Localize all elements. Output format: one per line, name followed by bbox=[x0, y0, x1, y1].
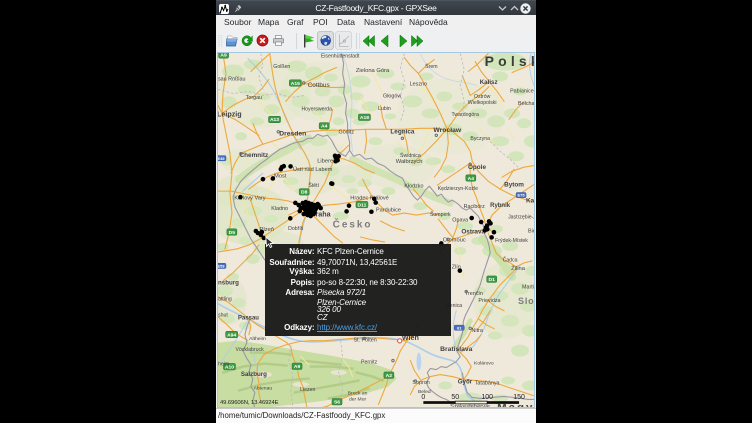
svg-text:Lubin: Lubin bbox=[378, 106, 391, 112]
svg-text:A94: A94 bbox=[227, 332, 236, 338]
svg-text:Pardubice: Pardubice bbox=[376, 208, 401, 214]
svg-text:D8: D8 bbox=[301, 190, 308, 196]
svg-text:Liezen: Liezen bbox=[300, 387, 315, 393]
svg-text:shut: shut bbox=[218, 312, 228, 318]
svg-text:A4: A4 bbox=[321, 124, 328, 130]
svg-text:Martin: Martin bbox=[522, 284, 535, 290]
svg-text:Šumperk: Šumperk bbox=[430, 211, 451, 218]
svg-text:der Mur: der Mur bbox=[349, 396, 366, 402]
svg-text:150: 150 bbox=[513, 394, 525, 401]
svg-text:heim: heim bbox=[218, 362, 229, 368]
svg-text:Eisenhüttenstadt: Eisenhüttenstadt bbox=[321, 54, 360, 60]
svg-text:St. Pölten: St. Pölten bbox=[353, 337, 376, 343]
svg-text:Wielkopolski: Wielkopolski bbox=[468, 100, 497, 106]
svg-text:Kłodzko: Kłodzko bbox=[404, 184, 423, 190]
svg-text:S6: S6 bbox=[334, 400, 340, 406]
svg-text:Prievidza: Prievidza bbox=[478, 298, 500, 304]
svg-text:A13: A13 bbox=[270, 117, 279, 123]
svg-text:A18: A18 bbox=[360, 115, 369, 121]
svg-text:Torgau: Torgau bbox=[246, 95, 262, 101]
svg-text:Liberec: Liberec bbox=[317, 159, 336, 165]
svg-text:Wałbrzych: Wałbrzych bbox=[396, 159, 423, 165]
svg-text:Kolárovo: Kolárovo bbox=[474, 360, 494, 366]
svg-text:Slovensko: Slovensko bbox=[518, 296, 535, 306]
svg-text:A9: A9 bbox=[294, 364, 301, 370]
svg-text:sau Roßlau: sau Roßlau bbox=[218, 76, 245, 82]
svg-text:Chemnitz: Chemnitz bbox=[240, 152, 269, 159]
svg-text:Śrem: Śrem bbox=[425, 62, 437, 70]
svg-text:Ústí nad Labem: Ústí nad Labem bbox=[293, 166, 333, 173]
svg-text:Salzburg: Salzburg bbox=[241, 371, 267, 378]
svg-text:D11: D11 bbox=[358, 202, 367, 208]
svg-text:Wrocław: Wrocław bbox=[433, 127, 461, 134]
svg-text:Sopron: Sopron bbox=[412, 380, 429, 386]
svg-text:E49: E49 bbox=[218, 156, 225, 161]
svg-text:Győr: Győr bbox=[458, 379, 473, 386]
svg-text:Świdnica: Świdnica bbox=[400, 151, 421, 159]
svg-text:Passau: Passau bbox=[238, 316, 259, 322]
svg-text:Opava: Opava bbox=[452, 218, 468, 224]
svg-text:Bielsko-Biała: Bielsko-Biała bbox=[528, 228, 535, 234]
svg-text:Abtenau: Abtenau bbox=[254, 386, 273, 392]
svg-text:Legnica: Legnica bbox=[390, 128, 414, 135]
svg-text:A15: A15 bbox=[291, 81, 300, 87]
svg-text:Ostrava: Ostrava bbox=[461, 228, 485, 235]
svg-text:Rybnik: Rybnik bbox=[490, 203, 511, 209]
svg-text:D5: D5 bbox=[229, 230, 236, 236]
svg-text:A4: A4 bbox=[468, 176, 475, 182]
svg-text:Olomouc: Olomouc bbox=[443, 237, 466, 243]
svg-text:Pernitz: Pernitz bbox=[361, 359, 378, 365]
svg-text:Bratislava: Bratislava bbox=[440, 346, 473, 353]
svg-text:Kladno: Kladno bbox=[271, 206, 288, 212]
svg-text:0: 0 bbox=[421, 394, 425, 401]
svg-text:nsburg: nsburg bbox=[218, 279, 239, 286]
svg-text:Bełchatów: Bełchatów bbox=[518, 101, 535, 107]
svg-text:A9: A9 bbox=[220, 53, 227, 59]
svg-text:50: 50 bbox=[451, 394, 459, 401]
svg-text:49.69606N, 13.46924E: 49.69606N, 13.46924E bbox=[220, 400, 279, 406]
svg-text:Katowice: Katowice bbox=[526, 198, 535, 205]
svg-text:Altheim: Altheim bbox=[249, 336, 266, 342]
svg-text:Kędzierzyn-Koźle: Kędzierzyn-Koźle bbox=[438, 186, 478, 192]
svg-text:Dresden: Dresden bbox=[279, 130, 306, 137]
svg-text:Žilina: Žilina bbox=[511, 264, 526, 272]
svg-text:Głogów: Głogów bbox=[383, 94, 401, 100]
svg-text:Pabianice: Pabianice bbox=[510, 88, 534, 94]
svg-text:Kalisz: Kalisz bbox=[480, 79, 498, 86]
svg-text:D1: D1 bbox=[489, 277, 496, 283]
svg-text:attling: attling bbox=[218, 297, 232, 303]
svg-text:Beled: Beled bbox=[418, 389, 431, 395]
svg-text:A2: A2 bbox=[386, 373, 393, 379]
svg-text:Byczyna: Byczyna bbox=[470, 136, 490, 142]
svg-text:Leipzig: Leipzig bbox=[218, 110, 242, 118]
svg-text:Leszno: Leszno bbox=[410, 82, 427, 88]
svg-text:Golßen: Golßen bbox=[273, 64, 290, 70]
svg-text:Tatabánya: Tatabánya bbox=[475, 381, 500, 387]
svg-text:Ostrów: Ostrów bbox=[474, 94, 491, 100]
svg-text:Česko: Česko bbox=[333, 219, 373, 231]
svg-text:Čadca: Čadca bbox=[503, 256, 518, 263]
svg-text:Görlitz: Görlitz bbox=[339, 129, 355, 135]
svg-text:Bytom: Bytom bbox=[504, 182, 524, 189]
svg-text:Hoyerswerda: Hoyerswerda bbox=[301, 106, 332, 112]
svg-text:Zielona Góra: Zielona Góra bbox=[356, 68, 390, 74]
svg-text:Hradec Králové: Hradec Králové bbox=[350, 195, 388, 201]
svg-text:Vöcklabruck: Vöcklabruck bbox=[236, 347, 265, 353]
svg-text:100: 100 bbox=[481, 394, 493, 401]
svg-text:Jastrzębie-Zdrój: Jastrzębie-Zdrój bbox=[508, 214, 535, 220]
svg-text:Dobříš: Dobříš bbox=[288, 226, 304, 232]
svg-text:Twardogóra: Twardogóra bbox=[452, 112, 479, 118]
svg-text:Frýdek-Místek: Frýdek-Místek bbox=[495, 238, 528, 244]
svg-text:Štětí: Štětí bbox=[308, 182, 319, 189]
svg-text:Most: Most bbox=[274, 174, 287, 180]
svg-text:E53: E53 bbox=[218, 263, 225, 268]
svg-text:E75: E75 bbox=[518, 193, 526, 198]
svg-text:Polska: Polska bbox=[485, 53, 535, 69]
svg-text:Nitra: Nitra bbox=[472, 328, 483, 334]
svg-text:Cottbus: Cottbus bbox=[308, 82, 330, 89]
svg-text:Racibórz: Racibórz bbox=[464, 204, 486, 210]
